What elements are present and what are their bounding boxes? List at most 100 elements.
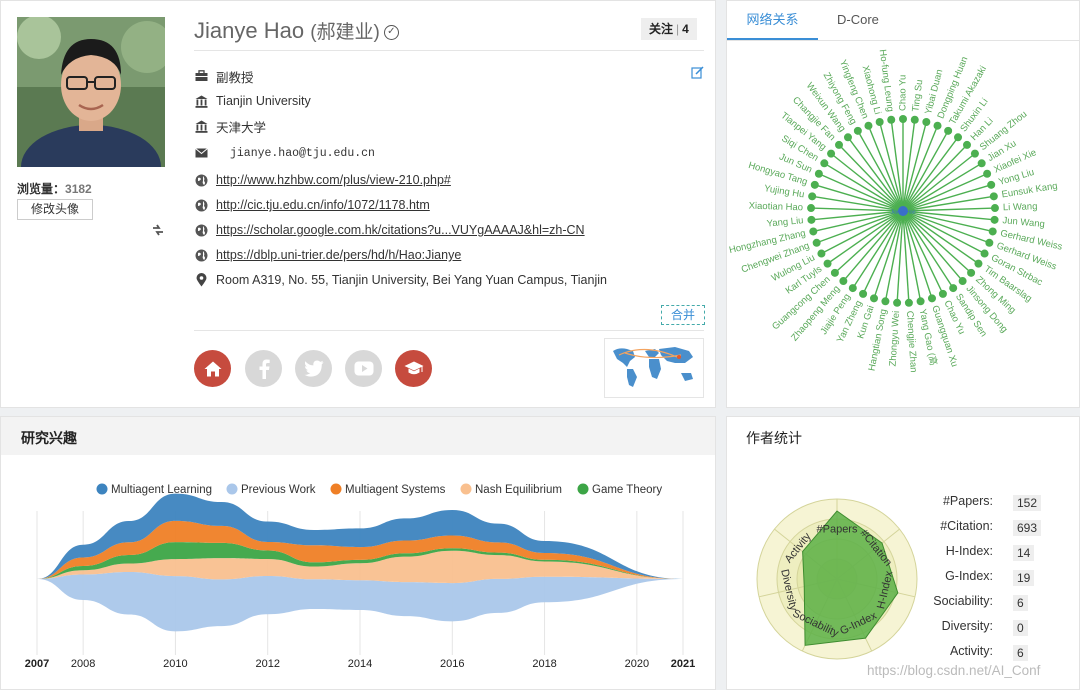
network-node[interactable] <box>893 298 902 307</box>
network-node-label[interactable]: Chengjie Zhan <box>904 310 919 372</box>
x-tick-label: 2010 <box>163 658 187 670</box>
network-node[interactable] <box>974 259 983 268</box>
avatar[interactable] <box>17 17 165 167</box>
network-node[interactable] <box>970 149 979 158</box>
network-node[interactable] <box>834 140 843 149</box>
dblp-link[interactable]: https://dblp.uni-trier.de/pers/hd/h/Hao:… <box>216 248 461 262</box>
network-node[interactable] <box>954 133 963 142</box>
x-tick-label: 2018 <box>532 658 556 670</box>
network-node[interactable] <box>988 227 997 236</box>
network-node[interactable] <box>944 126 953 135</box>
network-node[interactable] <box>839 277 848 286</box>
network-node-label[interactable]: Zhongyu Wei <box>888 310 903 366</box>
network-node-label[interactable]: Xiaotian Hao <box>748 201 803 214</box>
network-edge <box>902 121 928 212</box>
home-icon[interactable] <box>194 350 231 387</box>
network-node[interactable] <box>899 115 907 123</box>
network-node-label[interactable]: Jun Wang <box>1002 215 1045 230</box>
network-node[interactable] <box>987 180 996 189</box>
edit-avatar-button[interactable]: 修改头像 <box>17 199 93 220</box>
network-node[interactable] <box>807 215 816 224</box>
network-node[interactable] <box>817 249 826 258</box>
youtube-icon[interactable] <box>345 350 382 387</box>
stat-value: 14 <box>1013 545 1035 561</box>
legend-label[interactable]: Previous Work <box>241 484 316 496</box>
network-node[interactable] <box>927 294 936 303</box>
network-node-label[interactable]: Yang Liu <box>766 215 804 229</box>
network-node-label[interactable]: Li Wang <box>1003 201 1038 213</box>
follow-button[interactable]: 关注 | 4 <box>641 18 697 40</box>
network-node[interactable] <box>983 169 992 178</box>
merge-button[interactable]: 合并 <box>661 305 705 325</box>
network-node[interactable] <box>814 169 823 178</box>
tab-d-core[interactable]: D-Core <box>837 1 879 40</box>
network-node[interactable] <box>933 121 942 130</box>
network-node-label[interactable]: Ting Su <box>910 79 925 113</box>
network-node[interactable] <box>827 149 836 158</box>
graduation-cap-icon[interactable] <box>395 350 432 387</box>
x-tick-label: 2014 <box>348 658 372 670</box>
network-node[interactable] <box>904 298 913 307</box>
network-node[interactable] <box>875 118 884 127</box>
network-node[interactable] <box>985 238 994 247</box>
network-node[interactable] <box>830 268 839 277</box>
network-node[interactable] <box>823 259 832 268</box>
network-node[interactable] <box>859 289 868 298</box>
network-node[interactable] <box>963 140 972 149</box>
network-node-label[interactable]: Chao Yu <box>898 75 909 111</box>
stat-label: Activity: <box>949 644 993 658</box>
network-node[interactable] <box>812 238 821 247</box>
world-map[interactable] <box>604 338 704 398</box>
network-node[interactable] <box>820 159 829 168</box>
legend-swatch <box>330 483 342 495</box>
stat-label: H-Index: <box>945 544 993 558</box>
network-node[interactable] <box>967 268 976 277</box>
interest-streamgraph[interactable]: 2007 2008 2010 2012 2014 2016 2018 2020 2021 Mult… <box>1 455 715 689</box>
x-tick-label: 2021 <box>671 658 695 670</box>
network-node[interactable] <box>848 284 857 293</box>
network-node[interactable] <box>810 180 819 189</box>
network-node[interactable] <box>853 126 862 135</box>
swap-icon[interactable] <box>150 222 166 238</box>
position-row: 副教授 <box>194 67 254 85</box>
legend-label[interactable]: Multiagent Systems <box>345 484 446 496</box>
network-node[interactable] <box>809 227 818 236</box>
network-node[interactable] <box>910 115 919 124</box>
facebook-icon[interactable] <box>245 350 282 387</box>
twitter-icon[interactable] <box>295 350 332 387</box>
network-node[interactable] <box>807 204 816 213</box>
edit-icon[interactable] <box>691 66 704 79</box>
network-node[interactable] <box>989 192 998 201</box>
network-node[interactable] <box>864 121 873 130</box>
legend-label[interactable]: Multiagent Learning <box>111 484 212 496</box>
institution-icon <box>194 94 208 108</box>
network-node[interactable] <box>990 215 999 224</box>
tab-network[interactable]: 网络关系 <box>727 1 818 40</box>
network-node[interactable] <box>958 277 967 286</box>
radar-axis-label: #Papers <box>817 523 858 535</box>
network-node[interactable] <box>922 118 931 127</box>
network-node[interactable] <box>881 297 890 306</box>
homepage-link-1[interactable]: http://www.hzhbw.com/plus/view-210.php# <box>216 173 451 187</box>
x-tick-label: 2007 <box>25 658 49 670</box>
stat-label: Diversity: <box>941 619 993 633</box>
network-node[interactable] <box>808 192 817 201</box>
network-node[interactable] <box>977 159 986 168</box>
network-node[interactable] <box>980 249 989 258</box>
legend-label[interactable]: Nash Equilibrium <box>475 484 562 496</box>
network-node[interactable] <box>843 133 852 142</box>
network-node[interactable] <box>887 115 896 124</box>
network-panel: 网络关系 D-Core Chao Yu Ting Su Yibai Duan Dong… <box>726 0 1080 408</box>
legend-label[interactable]: Game Theory <box>592 484 662 496</box>
x-tick-label: 2008 <box>71 658 95 670</box>
coauthor-network[interactable]: Chao Yu Ting SuYibai DuanDongping HuanTak… <box>727 41 1079 407</box>
network-node[interactable] <box>949 284 958 293</box>
scholar-link[interactable]: https://scholar.google.com.hk/citations?… <box>216 223 585 237</box>
network-node[interactable] <box>870 294 879 303</box>
stat-value: 152 <box>1013 495 1042 511</box>
network-node[interactable] <box>916 297 925 306</box>
network-node[interactable] <box>990 204 999 213</box>
homepage-link-2[interactable]: http://cic.tju.edu.cn/info/1072/1178.htm <box>216 198 430 212</box>
network-node[interactable] <box>938 289 947 298</box>
stat-label: G-Index: <box>945 569 993 583</box>
